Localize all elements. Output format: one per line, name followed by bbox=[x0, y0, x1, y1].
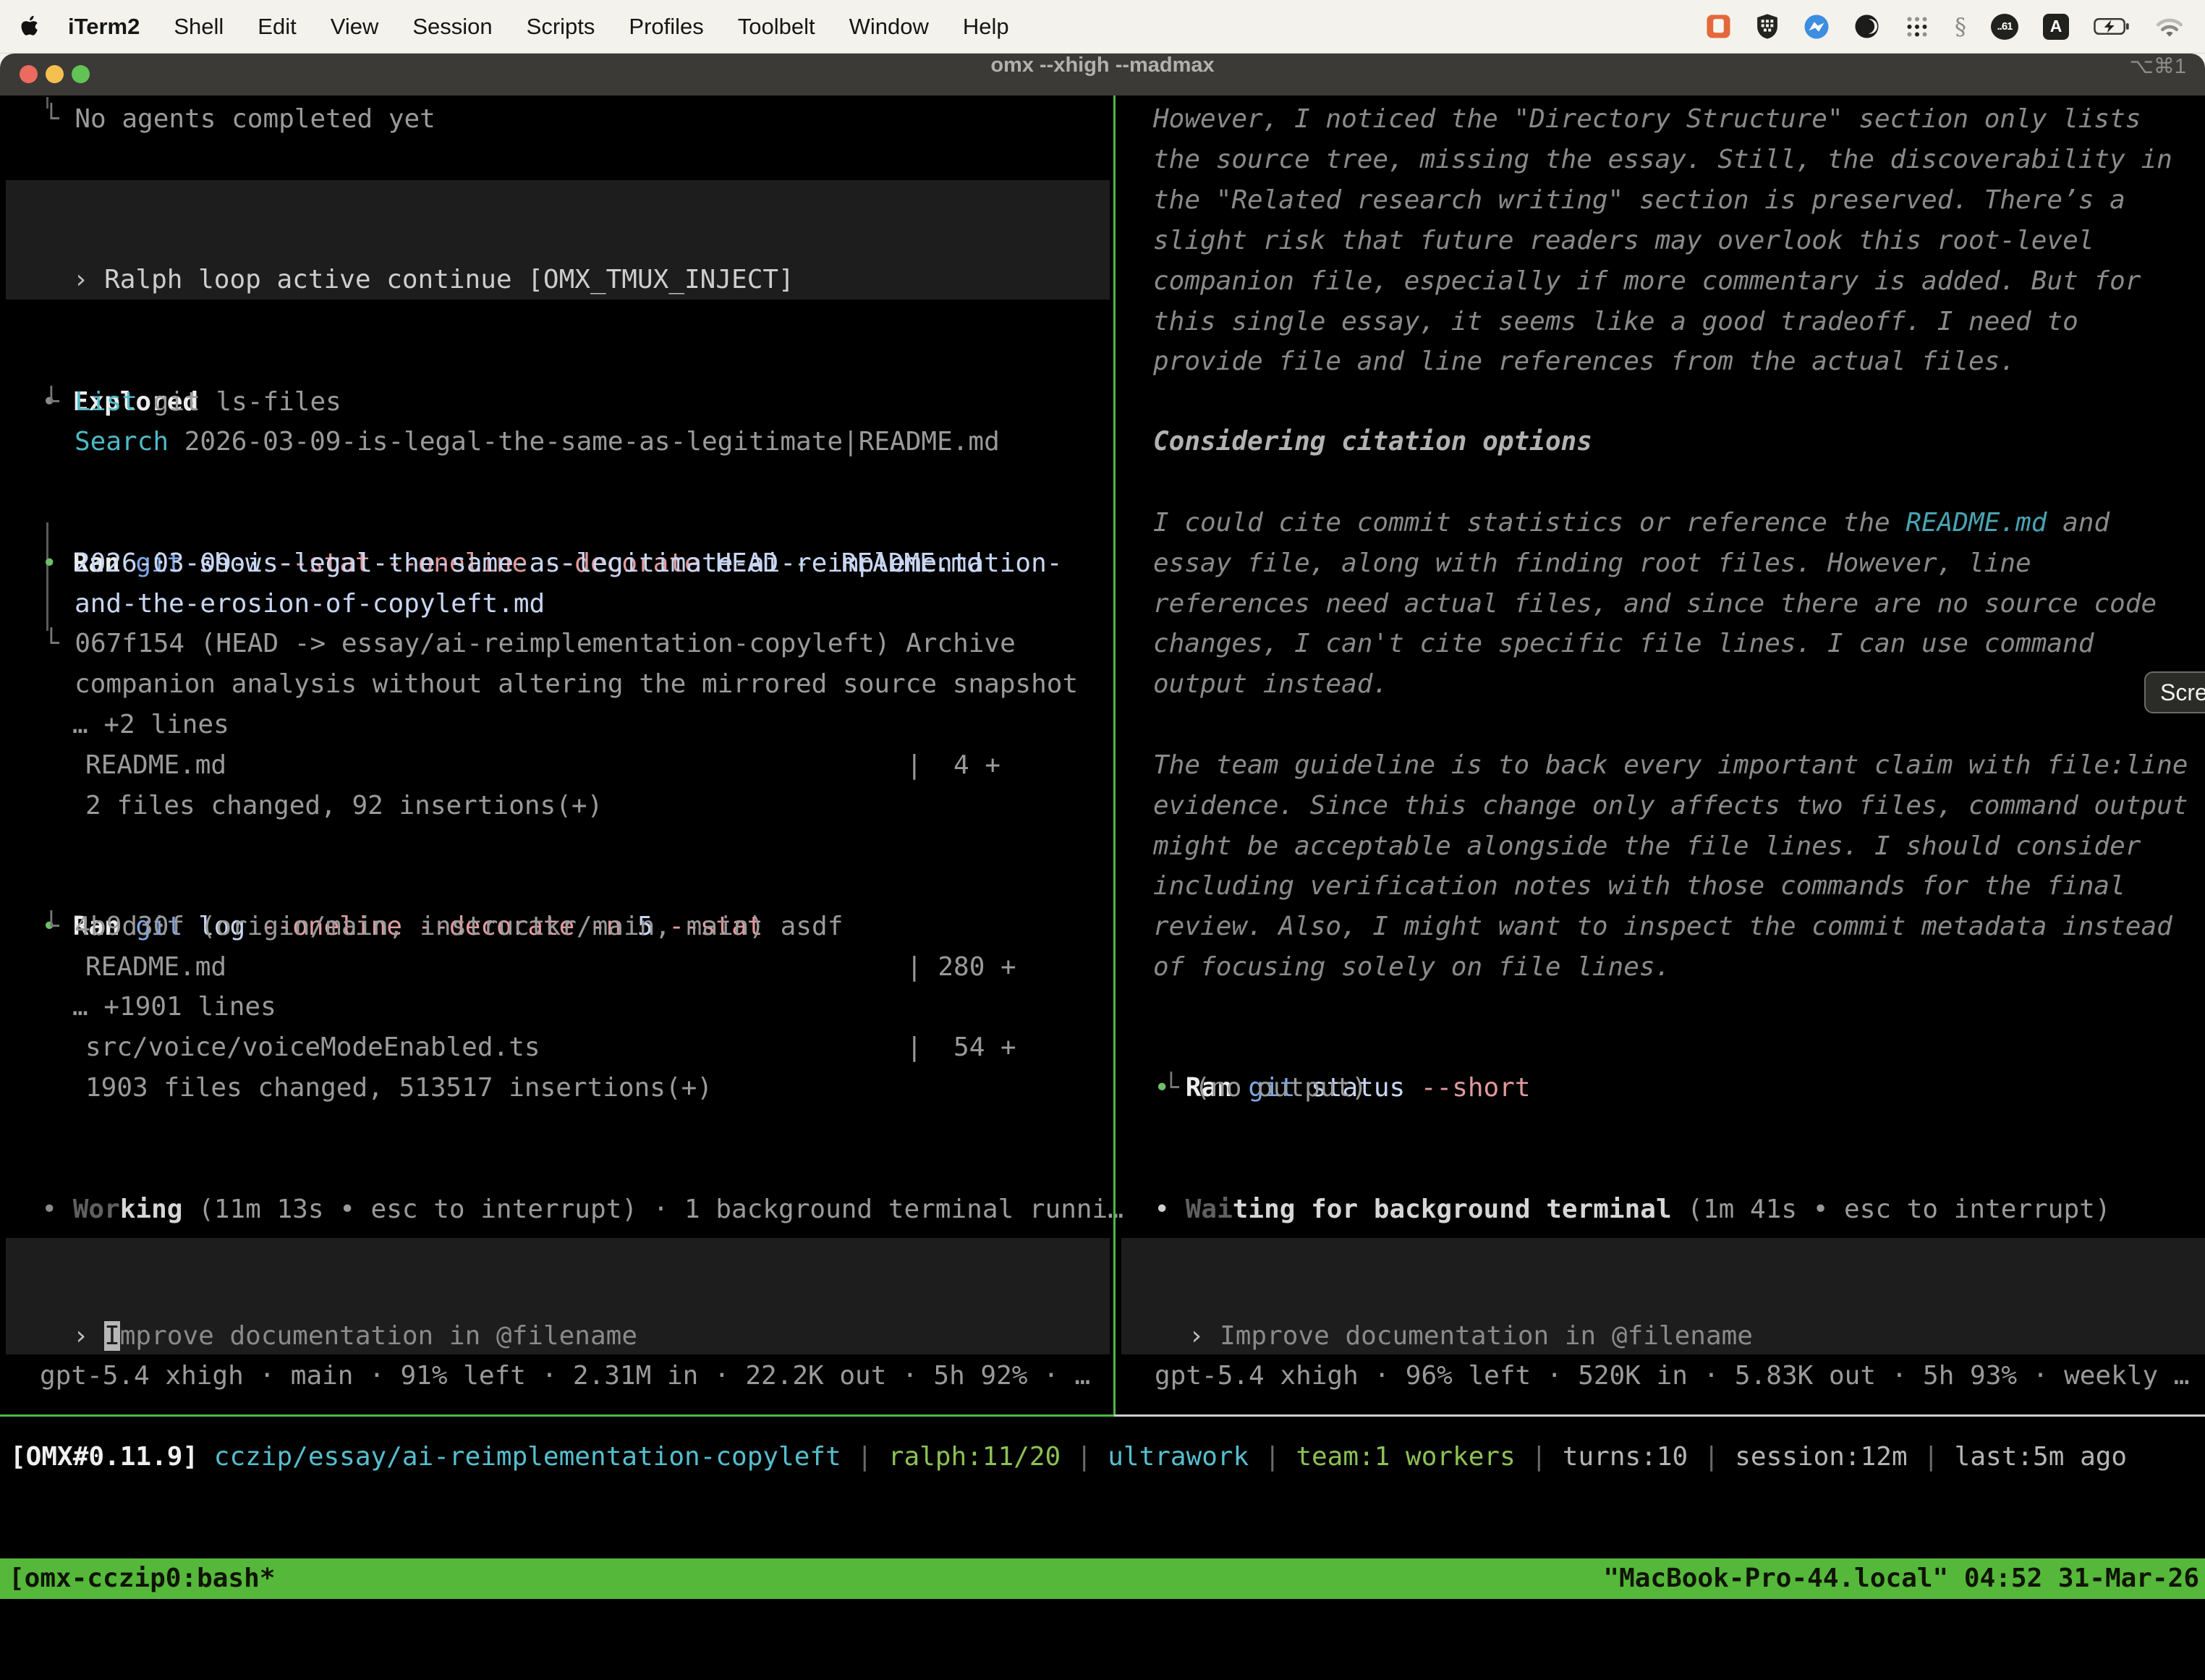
left-model-status-line: gpt-5.4 xhigh · main · 91% left · 2.31M … bbox=[40, 1356, 1090, 1396]
thinking-para3-line3: might be acceptable alongside the file l… bbox=[1153, 826, 2141, 867]
screen-share-label: Scre bbox=[2160, 679, 2205, 706]
waiting-detail: (1m 41s • esc to interrupt) bbox=[1672, 1195, 2111, 1224]
dark-crescent-icon[interactable] bbox=[1854, 14, 1879, 39]
inject-banner-text: Ralph loop active continue [OMX_TMUX_INJ… bbox=[104, 265, 794, 294]
git-show-arg-line-2: and-the-erosion-of-copyleft.md bbox=[75, 584, 545, 624]
tmux-host-clock: "MacBook-Pro-44.local" 04:52 31-Mar-26 bbox=[1603, 1558, 2199, 1599]
git-show-output-line-1: └ 067f154 (HEAD -> essay/ai-reimplementa… bbox=[43, 624, 1016, 664]
thinking-para2-line1: I could cite commit statistics or refere… bbox=[1153, 503, 2110, 543]
no-agents-line: └ No agents completed yet bbox=[43, 99, 436, 140]
git-show-summary: 2 files changed, 92 insertions(+) bbox=[85, 786, 603, 826]
apple-menu-icon[interactable] bbox=[20, 15, 39, 38]
thinking-para3-line1: The team guideline is to back every impo… bbox=[1153, 745, 2188, 786]
git-show-stat-count: | 4 + bbox=[906, 745, 1000, 786]
input-source-icon[interactable]: A bbox=[2043, 14, 2069, 40]
explored-search-line: Search 2026-03-09-is-legal-the-same-as-l… bbox=[75, 422, 1000, 462]
chat-app-icon[interactable] bbox=[1706, 14, 1731, 39]
chevron-icon: › bbox=[73, 265, 104, 294]
menu-item-toolbelt[interactable]: Toolbelt bbox=[738, 14, 815, 40]
thinking-para3-line6: of focusing solely on file lines. bbox=[1153, 947, 1670, 988]
menu-item-profiles[interactable]: Profiles bbox=[629, 14, 703, 40]
wifi-icon[interactable] bbox=[2154, 15, 2185, 38]
menu-bar-status-icons: § ..61 A bbox=[1706, 13, 2185, 41]
thinking-para2-line2: essay file, along with finding root file… bbox=[1153, 543, 2031, 584]
thinking-para3-line4: including verification notes with those … bbox=[1153, 866, 2125, 907]
tmux-session-label[interactable]: [omx-cczip0:bash* bbox=[9, 1558, 275, 1599]
thinking-para1-line3: the "Related research writing" section i… bbox=[1153, 180, 2125, 221]
bullet-icon: • bbox=[41, 548, 72, 578]
window-title: omx --xhigh --madmax bbox=[0, 54, 2205, 77]
menu-item-scripts[interactable]: Scripts bbox=[527, 14, 595, 40]
thinking-para3-line2: evidence. Since this change only affects… bbox=[1153, 786, 2188, 826]
badge-61-icon[interactable]: ..61 bbox=[1991, 14, 2018, 40]
battery-icon[interactable] bbox=[2094, 17, 2130, 35]
shield-grid-icon[interactable] bbox=[1756, 13, 1779, 40]
waiting-label-dim: Wai bbox=[1186, 1195, 1233, 1224]
git-show-more-lines[interactable]: … +2 lines bbox=[72, 705, 229, 745]
right-prompt-input[interactable]: › Improve documentation in @filename bbox=[1121, 1238, 2205, 1354]
prompt-chevron-icon: › bbox=[73, 1321, 104, 1351]
thinking-para3-line5: review. Also, I might want to inspect th… bbox=[1153, 907, 2172, 947]
right-model-status-line: gpt-5.4 xhigh · 96% left · 520K in · 5.8… bbox=[1155, 1356, 2189, 1396]
omx-status-bar: [OMX#0.11.9] cczip/essay/ai-reimplementa… bbox=[10, 1437, 2127, 1477]
git-log-summary: 1903 files changed, 513517 insertions(+) bbox=[85, 1068, 713, 1108]
thinking-para1-line6: this single essay, it seems like a good … bbox=[1153, 302, 2078, 342]
git-log-stat-file: README.md bbox=[85, 947, 226, 988]
git-show-output-line-2: companion analysis without altering the … bbox=[75, 664, 1078, 705]
thinking-para1-line2: the source tree, missing the essay. Stil… bbox=[1153, 140, 2172, 180]
menu-item-iterm2[interactable]: iTerm2 bbox=[68, 14, 140, 40]
menu-item-window[interactable]: Window bbox=[849, 14, 929, 40]
pane-divider[interactable] bbox=[1113, 96, 1116, 1414]
menu-item-shell[interactable]: Shell bbox=[174, 14, 224, 40]
thinking-para1-line5: companion file, especially if more comme… bbox=[1153, 261, 2141, 302]
left-prompt-input[interactable]: › Improve documentation in @filename bbox=[6, 1238, 1110, 1354]
menu-item-help[interactable]: Help bbox=[963, 14, 1009, 40]
thinking-para1-line1: However, I noticed the "Directory Struct… bbox=[1153, 99, 2141, 140]
squiggle-icon[interactable]: § bbox=[1955, 13, 1966, 41]
working-label-bright: king bbox=[120, 1195, 183, 1224]
prompt-placeholder: mprove documentation in @filename bbox=[120, 1321, 637, 1351]
menu-item-edit[interactable]: Edit bbox=[258, 14, 296, 40]
prompt-placeholder: Improve documentation in @filename bbox=[1220, 1321, 1753, 1351]
menu-item-view[interactable]: View bbox=[331, 14, 379, 40]
right-pane-border bbox=[1114, 1414, 2205, 1417]
left-pane-border bbox=[0, 1414, 1114, 1417]
screen-share-button[interactable]: Scre bbox=[2144, 671, 2205, 713]
menu-items: iTerm2 Shell Edit View Session Scripts P… bbox=[68, 14, 1009, 40]
working-status-line: • Working (11m 13s • esc to interrupt) ·… bbox=[10, 1149, 1123, 1230]
git-status-output: └ (no output) bbox=[1163, 1068, 1367, 1108]
thinking-para2-line5: output instead. bbox=[1153, 664, 1388, 705]
git-show-arg-line-1: 2026-03-09-is-legal-the-same-as-legitima… bbox=[75, 543, 1062, 584]
prompt-chevron-icon: › bbox=[1189, 1321, 1220, 1351]
git-log-more-lines[interactable]: … +1901 lines bbox=[72, 987, 276, 1027]
git-show-stat-file: README.md bbox=[85, 745, 226, 786]
thinking-para1-line7: provide file and line references from th… bbox=[1153, 341, 2015, 382]
thinking-para2-line4: changes, I can't cite specific file line… bbox=[1153, 624, 2094, 664]
bullet-icon: • bbox=[1154, 1195, 1185, 1224]
menu-item-session[interactable]: Session bbox=[412, 14, 492, 40]
text-cursor: I bbox=[104, 1321, 120, 1351]
inject-banner: › Ralph loop active continue [OMX_TMUX_I… bbox=[6, 180, 1110, 300]
window-shortcut-badge: ⌥⌘1 bbox=[2129, 54, 2186, 79]
tmux-status-bar: [omx-cczip0:bash* "MacBook-Pro-44.local"… bbox=[0, 1558, 2205, 1599]
messenger-bolt-icon[interactable] bbox=[1803, 14, 1830, 40]
working-detail: (11m 13s • esc to interrupt) · 1 backgro… bbox=[182, 1195, 1123, 1224]
git-log-stat-count-2: | 54 + bbox=[906, 1027, 1016, 1068]
thinking-para1-line4: slight risk that future readers may over… bbox=[1153, 221, 2094, 261]
window-title-bar: omx --xhigh --madmax ⌥⌘1 bbox=[0, 54, 2205, 96]
dots-grid-icon[interactable] bbox=[1904, 14, 1930, 40]
thinking-para2-line3: references need actual files, and since … bbox=[1153, 584, 2157, 624]
macos-menu-bar: iTerm2 Shell Edit View Session Scripts P… bbox=[0, 0, 2205, 54]
waiting-status-line: • Waiting for background terminal (1m 41… bbox=[1123, 1149, 2111, 1230]
git-log-output-line-1: └ 4b9d30f (origin/main, instructkr/main,… bbox=[43, 907, 843, 947]
explored-list-line: └ List git ls-files bbox=[43, 382, 341, 423]
working-label-dim: Wor bbox=[73, 1195, 120, 1224]
git-log-stat-file-2: src/voice/voiceModeEnabled.ts bbox=[85, 1027, 540, 1068]
thinking-section-heading: Considering citation options bbox=[1153, 422, 1592, 462]
bullet-icon: • bbox=[41, 1195, 72, 1224]
git-log-stat-count: | 280 + bbox=[906, 947, 1016, 988]
waiting-label-bright: ting for background terminal bbox=[1233, 1195, 1672, 1224]
